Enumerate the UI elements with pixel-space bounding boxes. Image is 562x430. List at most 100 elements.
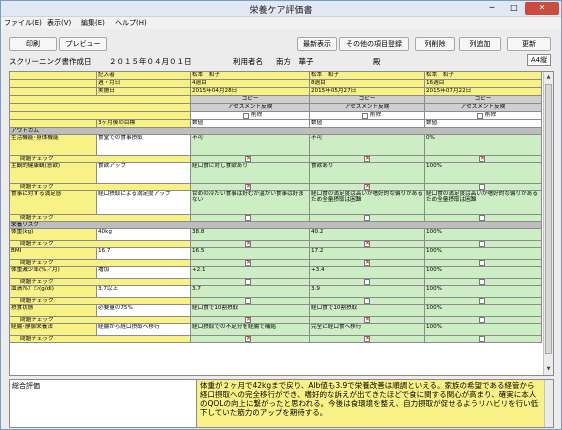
- metric-goal[interactable]: 経腸から経口摂取へ移行: [97, 324, 191, 336]
- problem-checkbox[interactable]: [245, 298, 251, 304]
- metric-value[interactable]: 不可: [310, 135, 425, 156]
- summary-scrollbar[interactable]: [544, 380, 553, 427]
- grid-vertical-scrollbar[interactable]: ▲ ▼: [543, 72, 553, 375]
- metric-value[interactable]: +3.4: [310, 267, 425, 279]
- problem-checkbox[interactable]: [479, 260, 485, 266]
- header-date-cell[interactable]: 2015年04月28日: [191, 88, 310, 96]
- header-writer-cell[interactable]: 松本 和子: [191, 72, 310, 80]
- header-week-cell[interactable]: 8週目: [310, 80, 425, 88]
- menu-view[interactable]: 表示(V): [47, 18, 71, 28]
- delete-checkbox[interactable]: [477, 113, 483, 119]
- metric-value[interactable]: 経口食に対し食欲あり: [191, 163, 310, 184]
- problem-checkbox[interactable]: ✕: [245, 336, 251, 342]
- preview-button[interactable]: プレビュー: [59, 37, 107, 51]
- register-other-items-button[interactable]: その他の項目登録: [339, 37, 409, 51]
- delete-label: 削除: [485, 112, 497, 118]
- metric-goal[interactable]: 食欲アップ: [97, 163, 191, 184]
- overall-evaluation-text[interactable]: 体重が２ヶ月で42kgまで戻り、Alb値も3.9で栄養改善は順調といえる。家族の…: [196, 380, 544, 427]
- metric-value[interactable]: +2.1: [191, 267, 310, 279]
- metric-goal[interactable]: 増加: [97, 267, 191, 279]
- add-column-button[interactable]: 列追加: [459, 37, 501, 51]
- metric-value[interactable]: 甘めの冷たい食事は好むが温かい食事は好まない: [191, 191, 310, 215]
- assessment-reflect-button[interactable]: アセスメント反映: [310, 104, 425, 112]
- metric-goal[interactable]: 食堂での食事摂取: [97, 135, 191, 156]
- problem-checkbox[interactable]: [479, 241, 485, 247]
- problem-checkbox[interactable]: [479, 184, 485, 190]
- problem-checkbox[interactable]: ✕: [364, 156, 370, 162]
- problem-checkbox[interactable]: [479, 298, 485, 304]
- metric-value[interactable]: 100%: [425, 305, 542, 317]
- metric-value[interactable]: 3.9: [310, 286, 425, 298]
- problem-checkbox[interactable]: ✕: [364, 317, 370, 323]
- problem-checkbox[interactable]: [245, 279, 251, 285]
- scroll-down-icon[interactable]: ▼: [545, 364, 552, 374]
- metric-goal[interactable]: 経口摂取による満足度アップ: [97, 191, 191, 215]
- goal-select[interactable]: 数値: [191, 120, 310, 128]
- latest-display-button[interactable]: 最新表示: [297, 37, 337, 51]
- header-week-cell[interactable]: 4週目: [191, 80, 310, 88]
- header-date-cell[interactable]: 2015年07月22日: [425, 88, 542, 96]
- metric-goal[interactable]: 16.7: [97, 248, 191, 260]
- problem-checkbox[interactable]: ✕: [245, 317, 251, 323]
- metric-value[interactable]: 100%: [425, 286, 542, 298]
- copy-button[interactable]: コピー: [191, 96, 310, 104]
- metric-value[interactable]: 100%: [425, 267, 542, 279]
- assessment-reflect-button[interactable]: アセスメント反映: [191, 104, 310, 112]
- assessment-reflect-button[interactable]: アセスメント反映: [425, 104, 542, 112]
- problem-checkbox[interactable]: ✕: [364, 241, 370, 247]
- minimize-button[interactable]: ─: [481, 2, 503, 15]
- problem-checkbox[interactable]: [479, 317, 485, 323]
- header-writer-cell[interactable]: 松本 和子: [425, 72, 542, 80]
- paper-size-select[interactable]: A4縦: [527, 54, 551, 66]
- scroll-thumb[interactable]: [545, 84, 552, 354]
- copy-button[interactable]: コピー: [425, 96, 542, 104]
- goal-select[interactable]: 数値: [310, 120, 425, 128]
- menu-edit[interactable]: 編集(E): [81, 18, 105, 28]
- problem-checkbox[interactable]: [364, 298, 370, 304]
- problem-checkbox[interactable]: ✕: [245, 184, 251, 190]
- metric-goal[interactable]: 必要量の75%: [97, 305, 191, 317]
- toolbar: 印刷 プレビュー 最新表示 その他の項目登録 列削除 列追加 更新: [1, 29, 561, 51]
- delete-checkbox[interactable]: [243, 113, 249, 119]
- problem-checkbox[interactable]: ✕: [364, 336, 370, 342]
- close-button[interactable]: ✕: [525, 2, 559, 15]
- maximize-button[interactable]: □: [503, 2, 525, 15]
- header-writer-cell[interactable]: 松本 和子: [310, 72, 425, 80]
- metric-goal[interactable]: 40kg: [97, 229, 191, 241]
- metric-value[interactable]: 100%: [425, 163, 542, 184]
- metric-value[interactable]: 3.7: [191, 286, 310, 298]
- metric-value[interactable]: 100%: [425, 229, 542, 241]
- problem-checkbox[interactable]: [364, 279, 370, 285]
- update-button[interactable]: 更新: [507, 37, 551, 51]
- copy-button[interactable]: コピー: [310, 96, 425, 104]
- delete-column-button[interactable]: 列削除: [415, 37, 455, 51]
- problem-checkbox[interactable]: [479, 336, 485, 342]
- problem-checkbox[interactable]: ✕: [245, 156, 251, 162]
- metric-value[interactable]: 100%: [425, 324, 542, 336]
- problem-checkbox[interactable]: ✕: [364, 260, 370, 266]
- scroll-up-icon[interactable]: ▲: [545, 72, 552, 82]
- menu-file[interactable]: ファイル(E): [4, 18, 42, 28]
- metric-goal[interactable]: 3.7以上: [97, 286, 191, 298]
- metric-value[interactable]: 経口食の満足度は高いが嗜好的な偏りがあるため全量摂取は困難: [425, 191, 542, 215]
- metric-value[interactable]: 経口食の満足度は高いが嗜好的な偏りがあるため全量摂取は困難: [310, 191, 425, 215]
- problem-checkbox[interactable]: [479, 279, 485, 285]
- header-week-cell[interactable]: 16週目: [425, 80, 542, 88]
- print-button[interactable]: 印刷: [9, 37, 57, 51]
- problem-checkbox[interactable]: [245, 215, 251, 221]
- delete-checkbox[interactable]: [362, 113, 368, 119]
- problem-checkbox[interactable]: [364, 215, 370, 221]
- problem-checkbox[interactable]: ✕: [245, 241, 251, 247]
- problem-checkbox[interactable]: ✕: [364, 184, 370, 190]
- goal-select[interactable]: 数値: [425, 120, 542, 128]
- metric-value[interactable]: 0%: [425, 135, 542, 156]
- metric-value[interactable]: 不可: [191, 135, 310, 156]
- problem-checkbox[interactable]: ✕: [245, 260, 251, 266]
- problem-checkbox[interactable]: ✕: [479, 156, 485, 162]
- metric-value[interactable]: 食欲あり: [310, 163, 425, 184]
- header-date-cell[interactable]: 2015年05月27日: [310, 88, 425, 96]
- header-row-label: 記入者: [97, 72, 191, 80]
- menu-help[interactable]: ヘルプ(H): [115, 18, 147, 28]
- problem-checkbox[interactable]: [479, 215, 485, 221]
- metric-value[interactable]: 100%: [425, 248, 542, 260]
